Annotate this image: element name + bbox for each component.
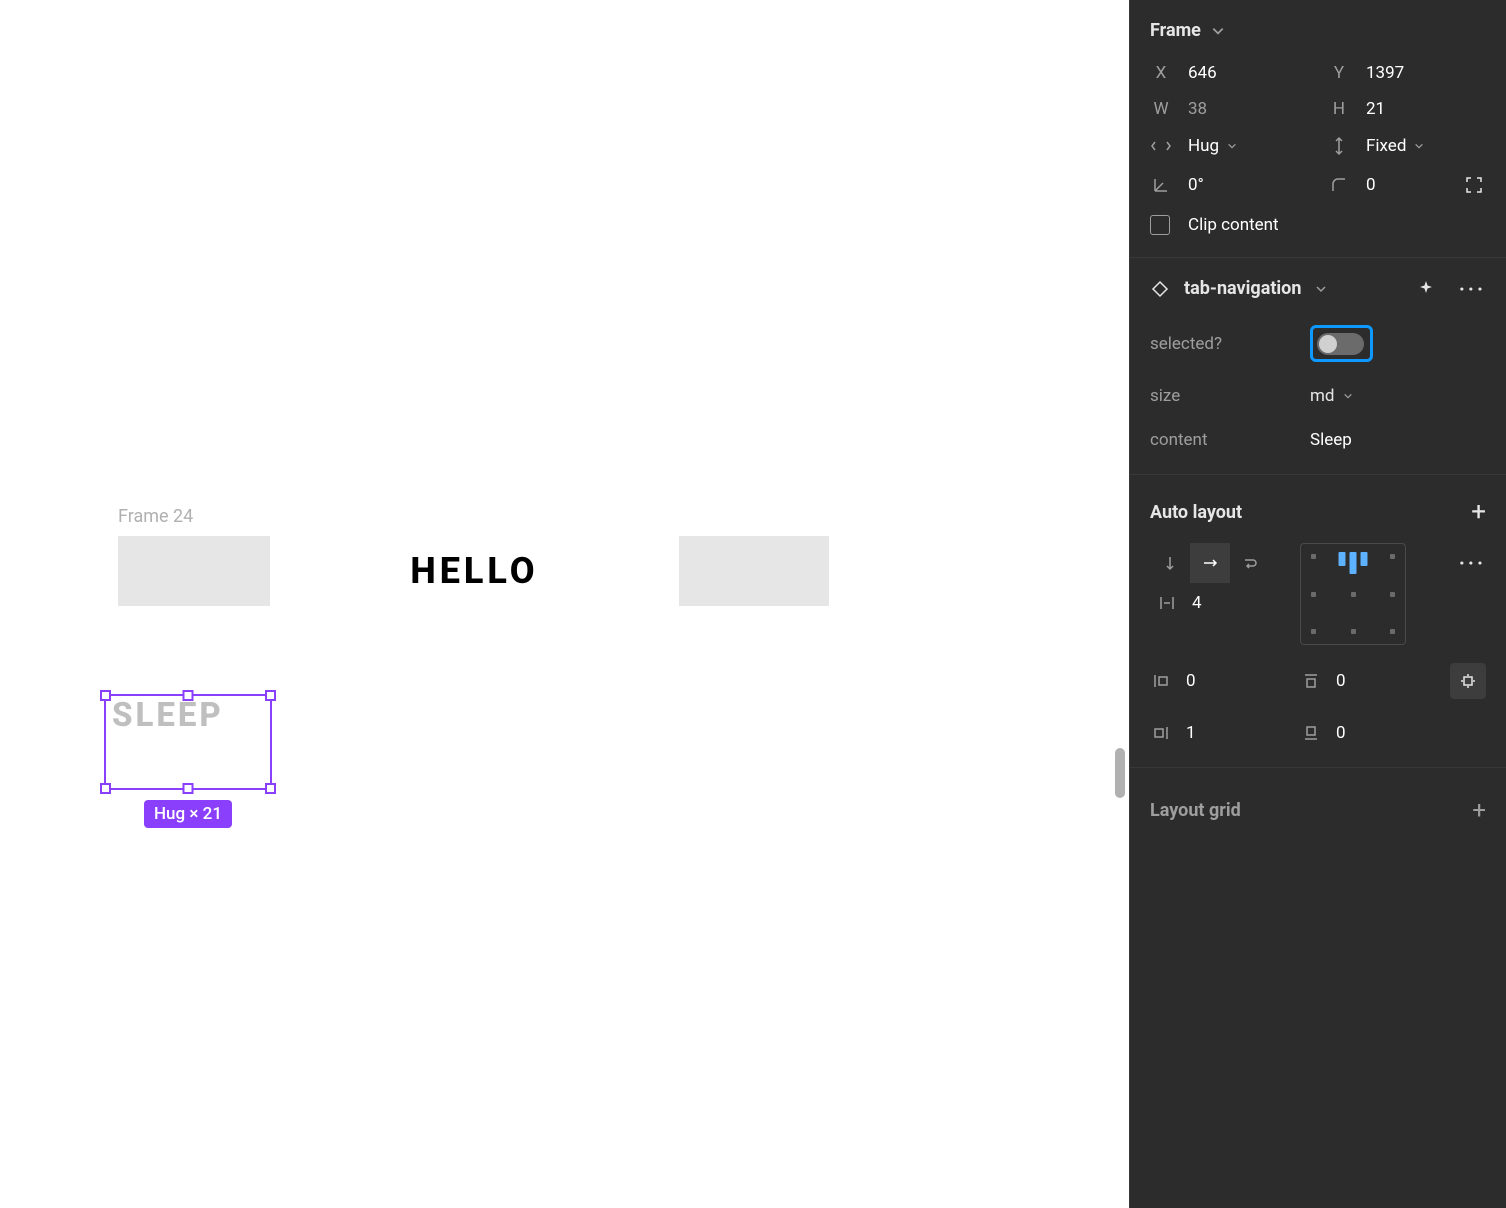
padding-top-value: 0 bbox=[1336, 671, 1346, 691]
padding-bottom-icon bbox=[1300, 725, 1322, 741]
padding-right-value: 1 bbox=[1186, 723, 1196, 743]
resize-handle-bm[interactable] bbox=[183, 783, 194, 794]
w-label: W bbox=[1150, 99, 1172, 119]
w-input[interactable]: W 38 bbox=[1150, 99, 1308, 119]
h-sizing-value: Hug bbox=[1188, 136, 1219, 156]
x-input[interactable]: X 646 bbox=[1150, 63, 1308, 83]
selected-toggle[interactable] bbox=[1310, 325, 1373, 362]
h-input[interactable]: H 21 bbox=[1328, 99, 1486, 119]
frame-header[interactable]: Frame bbox=[1130, 12, 1506, 55]
clip-content-checkbox[interactable]: Clip content bbox=[1130, 205, 1506, 245]
y-label: Y bbox=[1328, 63, 1350, 83]
frame-label[interactable]: Frame 24 bbox=[118, 506, 193, 527]
component-name[interactable]: tab-navigation bbox=[1184, 278, 1301, 299]
resize-handle-bl[interactable] bbox=[100, 783, 111, 794]
hello-text: HELLO bbox=[410, 550, 538, 592]
frame-tab-left bbox=[118, 536, 270, 606]
selected-prop-label: selected? bbox=[1150, 334, 1290, 354]
vertical-resize-icon bbox=[1328, 135, 1350, 157]
padding-right-icon bbox=[1150, 725, 1172, 741]
padding-top-input[interactable]: 0 bbox=[1300, 663, 1430, 699]
plus-icon[interactable]: + bbox=[1471, 497, 1486, 527]
padding-left-icon bbox=[1150, 673, 1172, 689]
direction-buttons bbox=[1150, 543, 1270, 583]
gap-input[interactable]: 4 bbox=[1150, 593, 1270, 613]
x-label: X bbox=[1150, 63, 1172, 83]
direction-wrap-button[interactable] bbox=[1230, 543, 1270, 583]
frame-tab-right bbox=[679, 536, 829, 606]
padding-right-input[interactable]: 1 bbox=[1150, 723, 1280, 743]
component-icon bbox=[1150, 279, 1170, 299]
angle-icon bbox=[1150, 174, 1172, 196]
x-value: 646 bbox=[1188, 63, 1217, 83]
padding-bottom-value: 0 bbox=[1336, 723, 1346, 743]
frame-center: HELLO bbox=[270, 550, 679, 592]
w-value: 38 bbox=[1188, 99, 1207, 119]
resize-handle-tr[interactable] bbox=[265, 690, 276, 701]
y-value: 1397 bbox=[1366, 63, 1404, 83]
frame-section: Frame X 646 Y 1397 W 38 H 21 bbox=[1130, 0, 1506, 258]
h-value: 21 bbox=[1366, 99, 1385, 119]
size-dropdown[interactable]: md bbox=[1310, 386, 1486, 406]
corner-radius-icon bbox=[1328, 174, 1350, 196]
plus-icon[interactable]: + bbox=[1472, 796, 1486, 824]
corner-radius-value: 0 bbox=[1366, 175, 1376, 195]
auto-layout-section: Auto layout + bbox=[1130, 475, 1506, 768]
component-section: tab-navigation ··· selected? size bbox=[1130, 258, 1506, 475]
chevron-down-icon bbox=[1227, 141, 1237, 151]
alignment-indicator-icon bbox=[1339, 552, 1368, 574]
chevron-down-icon bbox=[1211, 24, 1225, 38]
rotation-value: 0° bbox=[1188, 175, 1204, 195]
frame-title: Frame bbox=[1150, 20, 1201, 41]
padding-left-input[interactable]: 0 bbox=[1150, 663, 1280, 699]
gap-icon bbox=[1156, 595, 1178, 611]
properties-panel: Frame X 646 Y 1397 W 38 H 21 bbox=[1129, 0, 1506, 1208]
size-prop-label: size bbox=[1150, 386, 1290, 406]
scrollbar-vertical[interactable] bbox=[1115, 748, 1125, 798]
v-sizing-value: Fixed bbox=[1366, 136, 1406, 156]
rotation-input[interactable]: 0° bbox=[1150, 173, 1308, 197]
resize-handle-tl[interactable] bbox=[100, 690, 111, 701]
selection-outline[interactable] bbox=[104, 694, 272, 790]
chevron-down-icon[interactable] bbox=[1315, 283, 1327, 295]
corner-radius-input[interactable]: 0 bbox=[1328, 173, 1486, 197]
padding-bottom-input[interactable]: 0 bbox=[1300, 723, 1430, 743]
independent-corners-button[interactable] bbox=[1462, 173, 1486, 197]
content-value: Sleep bbox=[1310, 430, 1352, 450]
layout-grid-title: Layout grid bbox=[1150, 800, 1241, 821]
checkbox-icon bbox=[1150, 215, 1170, 235]
size-value: md bbox=[1310, 386, 1335, 406]
selection-size-badge: Hug × 21 bbox=[144, 800, 232, 828]
content-prop-label: content bbox=[1150, 430, 1290, 450]
padding-left-value: 0 bbox=[1186, 671, 1196, 691]
resize-handle-tm[interactable] bbox=[183, 690, 194, 701]
sparkle-icon[interactable] bbox=[1417, 279, 1437, 299]
gap-value: 4 bbox=[1192, 593, 1202, 613]
more-icon[interactable]: ··· bbox=[1459, 543, 1486, 575]
frame-24[interactable]: HELLO bbox=[118, 536, 829, 606]
vertical-sizing-dropdown[interactable]: Fixed bbox=[1328, 135, 1486, 157]
horizontal-sizing-dropdown[interactable]: Hug bbox=[1150, 135, 1308, 157]
resize-handle-br[interactable] bbox=[265, 783, 276, 794]
auto-layout-title: Auto layout bbox=[1150, 502, 1242, 523]
clip-content-label: Clip content bbox=[1188, 215, 1279, 235]
y-input[interactable]: Y 1397 bbox=[1328, 63, 1486, 83]
padding-top-icon bbox=[1300, 673, 1322, 689]
direction-horizontal-button[interactable] bbox=[1190, 543, 1230, 583]
canvas[interactable]: Frame 24 HELLO SLEEP Hug × 21 bbox=[0, 0, 1129, 1208]
direction-vertical-button[interactable] bbox=[1150, 543, 1190, 583]
layout-grid-section: Layout grid + bbox=[1130, 768, 1506, 852]
horizontal-resize-icon bbox=[1150, 135, 1172, 157]
more-icon[interactable]: ··· bbox=[1459, 279, 1486, 299]
alignment-control[interactable] bbox=[1300, 543, 1406, 645]
h-label: H bbox=[1328, 99, 1350, 119]
content-input[interactable]: Sleep bbox=[1310, 430, 1486, 450]
independent-padding-button[interactable] bbox=[1450, 663, 1486, 699]
chevron-down-icon bbox=[1414, 141, 1424, 151]
